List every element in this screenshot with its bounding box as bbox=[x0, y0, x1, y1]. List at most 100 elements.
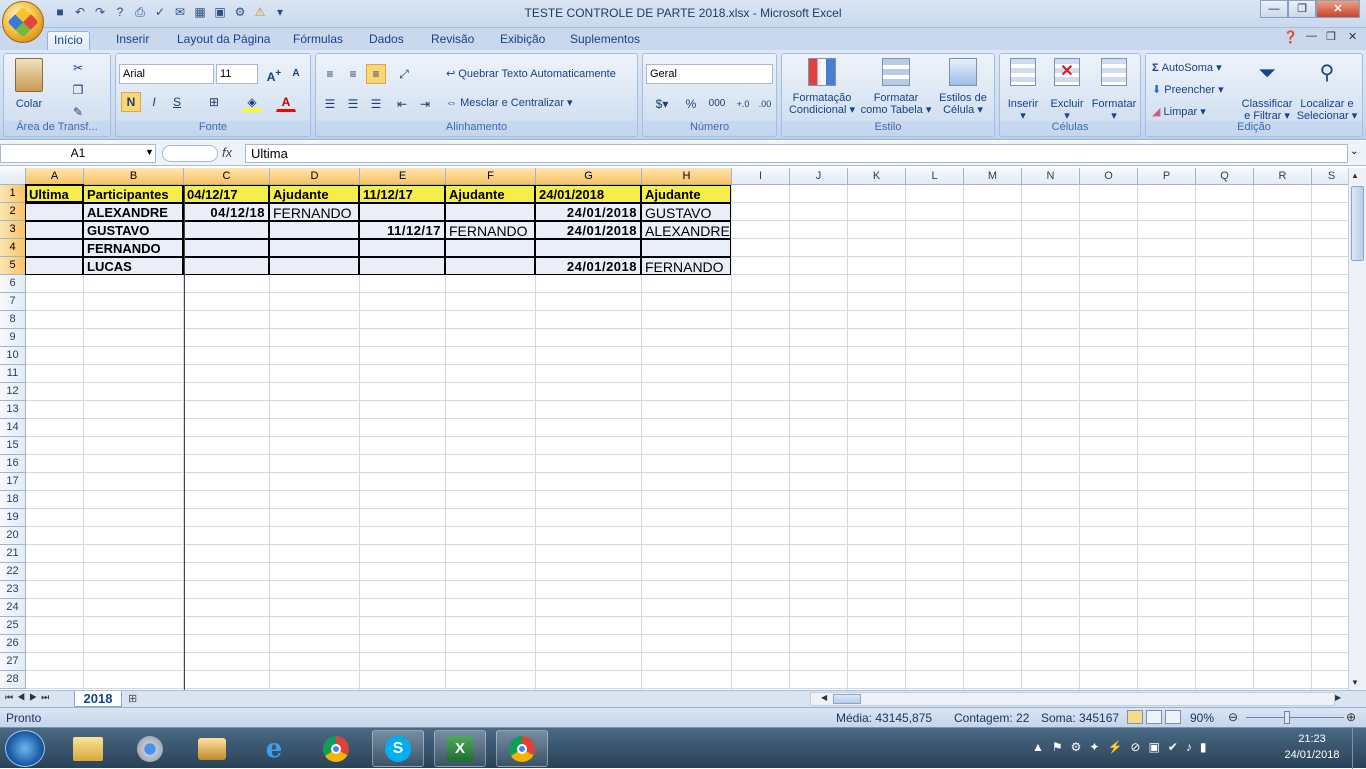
font-color-icon[interactable]: A bbox=[276, 92, 296, 112]
percent-button[interactable]: % bbox=[681, 94, 701, 114]
sort-filter-button[interactable]: ⏷ Classificar e Filtrar ▾ bbox=[1236, 58, 1298, 122]
tab-layout[interactable]: Layout da Página bbox=[171, 31, 276, 50]
cell-g1[interactable]: 24/01/2018 bbox=[535, 185, 641, 203]
image-icon[interactable]: ▣ bbox=[212, 4, 228, 20]
paste-button[interactable]: Colar bbox=[10, 58, 48, 114]
row-header-6[interactable]: 6 bbox=[0, 275, 26, 293]
row-header-16[interactable]: 16 bbox=[0, 455, 26, 473]
row-header-4[interactable]: 4 bbox=[0, 239, 26, 257]
copy-icon[interactable]: ❐ bbox=[68, 80, 88, 100]
row-header-7[interactable]: 7 bbox=[0, 293, 26, 311]
merge-center-button[interactable]: ⇔ Mesclar e Centralizar ▾ bbox=[446, 97, 573, 109]
select-all-corner[interactable] bbox=[0, 168, 26, 185]
cell-e1[interactable]: 11/12/17 bbox=[359, 185, 445, 203]
scroll-up-icon[interactable]: ▲ bbox=[1351, 171, 1359, 180]
cell-e4[interactable] bbox=[359, 239, 445, 257]
fill-button[interactable]: ⬇ Preencher ▾ bbox=[1152, 84, 1224, 96]
row-header-11[interactable]: 11 bbox=[0, 365, 26, 383]
office-button[interactable] bbox=[2, 1, 44, 43]
cell-g5[interactable]: 24/01/2018 bbox=[535, 257, 641, 275]
minimize-button[interactable]: — bbox=[1260, 0, 1288, 18]
cell-c4[interactable] bbox=[183, 239, 269, 257]
column-header-a[interactable]: A bbox=[26, 168, 84, 185]
ribbon-restore-icon[interactable]: ❐ bbox=[1326, 30, 1336, 43]
fill-color-icon[interactable]: ◈ bbox=[242, 92, 262, 112]
row-header-15[interactable]: 15 bbox=[0, 437, 26, 455]
help-icon[interactable]: ❓ bbox=[1283, 30, 1298, 44]
align-left-icon[interactable]: ☰ bbox=[320, 94, 340, 114]
thousands-button[interactable]: 000 bbox=[705, 94, 729, 114]
align-top-icon[interactable]: ≡ bbox=[320, 64, 340, 84]
redo-icon[interactable]: ↷ bbox=[92, 4, 108, 20]
increase-decimal-icon[interactable]: +.0 bbox=[733, 94, 753, 114]
page-layout-view-icon[interactable] bbox=[1146, 710, 1162, 724]
page-break-view-icon[interactable] bbox=[1165, 710, 1181, 724]
increase-indent-icon[interactable]: ⇥ bbox=[415, 94, 435, 114]
zoom-slider-thumb[interactable] bbox=[1284, 711, 1290, 724]
cell-h5[interactable]: FERNANDO bbox=[641, 257, 731, 275]
warning-icon[interactable]: ⚠ bbox=[252, 4, 268, 20]
name-box-dropdown-icon[interactable]: ▼ bbox=[145, 147, 154, 157]
print-preview-icon[interactable]: ⎙ bbox=[132, 4, 148, 20]
row-header-22[interactable]: 22 bbox=[0, 563, 26, 581]
column-header-g[interactable]: G bbox=[536, 168, 642, 185]
cell-h2[interactable]: GUSTAVO bbox=[641, 203, 731, 221]
column-header-r[interactable]: R bbox=[1254, 168, 1312, 185]
align-right-icon[interactable]: ☰ bbox=[366, 94, 386, 114]
zoom-slider[interactable] bbox=[1246, 717, 1344, 718]
tab-dados[interactable]: Dados bbox=[363, 31, 410, 50]
shrink-font-icon[interactable]: A bbox=[286, 64, 306, 84]
start-button[interactable] bbox=[5, 730, 45, 767]
row-header-21[interactable]: 21 bbox=[0, 545, 26, 563]
currency-icon[interactable]: $▾ bbox=[647, 94, 677, 114]
tab-suplementos[interactable]: Suplementos bbox=[564, 31, 646, 50]
row-header-17[interactable]: 17 bbox=[0, 473, 26, 491]
clock-date[interactable]: 24/01/2018 bbox=[1276, 749, 1348, 761]
number-format-select[interactable]: Geral bbox=[646, 64, 773, 84]
skype-icon[interactable]: S bbox=[372, 730, 424, 767]
chart-icon[interactable]: ▦ bbox=[192, 4, 208, 20]
name-box[interactable]: A1 bbox=[0, 144, 156, 163]
column-header-k[interactable]: K bbox=[848, 168, 906, 185]
cell-b3[interactable]: GUSTAVO bbox=[83, 221, 183, 239]
system-tray-icons[interactable]: ▲⚑⚙✦⚡⊘▣✔♪▮ bbox=[1032, 740, 1214, 754]
row-header-25[interactable]: 25 bbox=[0, 617, 26, 635]
column-header-n[interactable]: N bbox=[1022, 168, 1080, 185]
scroll-down-icon[interactable]: ▼ bbox=[1351, 678, 1359, 687]
font-name-select[interactable]: Arial bbox=[119, 64, 214, 84]
cell-c1[interactable]: 04/12/17 bbox=[183, 185, 269, 203]
cell-c3[interactable] bbox=[183, 221, 269, 239]
wrap-text-button[interactable]: ↩ Quebrar Texto Automaticamente bbox=[446, 68, 616, 80]
scroll-left-icon[interactable]: ◀ bbox=[821, 693, 827, 702]
cell-b5[interactable]: LUCAS bbox=[83, 257, 183, 275]
insert-sheet-icon[interactable]: ⊞ bbox=[128, 692, 137, 705]
cell-a3[interactable] bbox=[25, 221, 83, 239]
cell-b1[interactable]: Participantes bbox=[83, 185, 183, 203]
row-header-24[interactable]: 24 bbox=[0, 599, 26, 617]
row-header-23[interactable]: 23 bbox=[0, 581, 26, 599]
ribbon-close-icon[interactable]: ✕ bbox=[1348, 30, 1357, 43]
tab-inserir[interactable]: Inserir bbox=[110, 31, 155, 50]
insert-function-icon[interactable]: fx bbox=[222, 145, 232, 160]
browser-icon[interactable] bbox=[124, 730, 176, 767]
ribbon-minimize-icon[interactable]: — bbox=[1306, 30, 1317, 42]
column-header-f[interactable]: F bbox=[446, 168, 536, 185]
close-button[interactable]: ✕ bbox=[1316, 0, 1360, 18]
column-header-i[interactable]: I bbox=[732, 168, 790, 185]
vertical-scrollbar[interactable]: ▲ ▼ bbox=[1348, 168, 1366, 690]
zoom-out-icon[interactable]: ⊖ bbox=[1228, 710, 1238, 724]
horizontal-scroll-thumb[interactable] bbox=[833, 694, 861, 704]
undo-icon[interactable]: ↶ bbox=[72, 4, 88, 20]
row-header-14[interactable]: 14 bbox=[0, 419, 26, 437]
cell-a2[interactable] bbox=[25, 203, 83, 221]
underline-button[interactable]: S bbox=[167, 92, 187, 112]
column-header-p[interactable]: P bbox=[1138, 168, 1196, 185]
row-header-2[interactable]: 2 bbox=[0, 203, 26, 221]
decrease-decimal-icon[interactable]: .00 bbox=[755, 94, 775, 114]
row-header-27[interactable]: 27 bbox=[0, 653, 26, 671]
tab-exibicao[interactable]: Exibição bbox=[494, 31, 551, 50]
spelling-icon[interactable]: ✓ bbox=[152, 4, 168, 20]
clock-time[interactable]: 21:23 bbox=[1282, 733, 1342, 745]
cell-f5[interactable] bbox=[445, 257, 535, 275]
column-header-j[interactable]: J bbox=[790, 168, 848, 185]
